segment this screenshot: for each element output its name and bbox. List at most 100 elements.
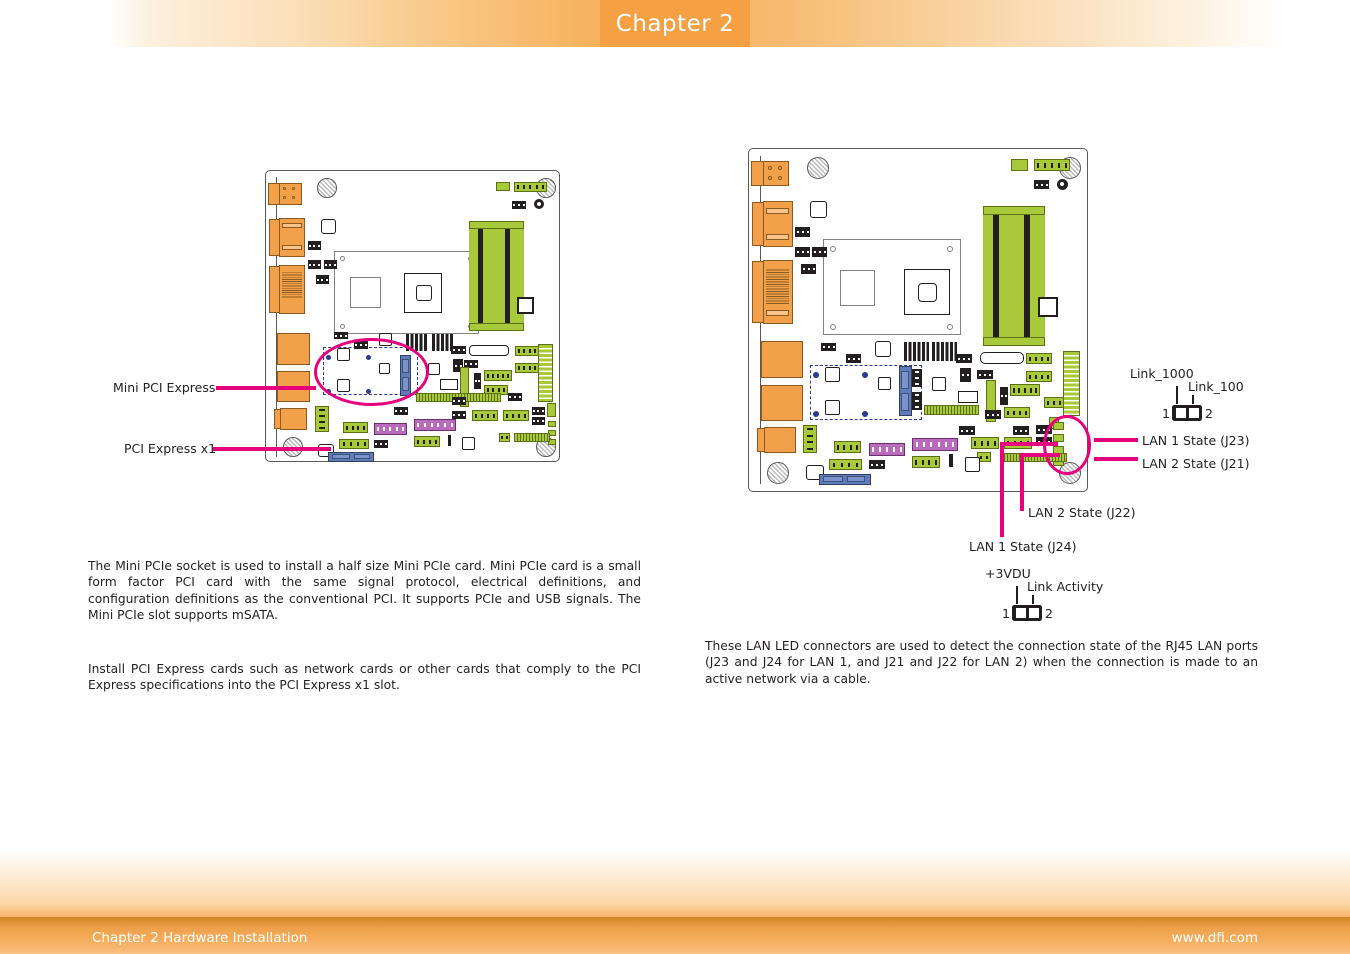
lan-port-grill — [766, 268, 789, 305]
jumper-pin-pad — [1175, 408, 1186, 418]
pin-header — [1034, 159, 1070, 171]
pin-header — [1004, 407, 1030, 418]
pin-header — [474, 373, 481, 389]
ide-connector — [538, 344, 553, 402]
jumper-pin2-number: 2 — [1205, 406, 1213, 421]
screw-dot — [862, 411, 868, 417]
dimm-slot-groove — [993, 212, 999, 340]
cpu-socket-hole — [947, 324, 953, 330]
small-header — [548, 421, 556, 427]
jumper-pin2-signal-label: Link Activity — [1027, 579, 1104, 594]
footer-website-link[interactable]: www.dfi.com — [1172, 930, 1258, 946]
ps2-pin — [292, 187, 295, 190]
callout-line-lan1-j24-h — [1000, 442, 1058, 446]
callout-line-lan2-j22-v — [1020, 453, 1024, 511]
jumper-pin1-signal-label: +3VDU — [985, 566, 1031, 581]
jumper-block-icon — [1012, 605, 1042, 621]
jumper-pin2-lead — [1032, 595, 1034, 604]
component-pad — [462, 437, 475, 450]
callout-line-lan2-j22-h — [1020, 453, 1060, 457]
standoff-pad — [825, 400, 840, 415]
callout-line-lan1-j23 — [1094, 438, 1138, 442]
ps2-pin — [768, 176, 772, 180]
chipset-die — [416, 285, 432, 301]
ps2-pin — [768, 166, 772, 170]
front-panel-header — [414, 419, 456, 431]
callout-line-lan1-j24-v — [1000, 442, 1004, 537]
dimm-slot-groove — [505, 227, 510, 325]
pin-header — [795, 227, 810, 237]
vga-port-slot — [282, 245, 302, 250]
component-pad — [878, 377, 891, 390]
edge-connector — [514, 433, 550, 442]
callout-line-pci-express-x1 — [213, 447, 331, 451]
link-speed-jumper-diagram: Link_1000 Link_100 1 2 — [1130, 366, 1290, 428]
ps2-pin — [778, 166, 782, 170]
cpu-socket-hole — [830, 246, 836, 252]
footer-gradient — [0, 852, 1350, 917]
ps2-port — [279, 183, 302, 205]
power-header — [1011, 159, 1028, 171]
pin-header — [971, 437, 999, 449]
jumper-pin1-lead — [1176, 386, 1178, 404]
pci-express-x1-slot-groove — [354, 454, 370, 459]
pin-header — [503, 410, 529, 421]
paragraph-mini-pcie: The Mini PCIe socket is used to install … — [88, 559, 641, 622]
pin-header — [1000, 387, 1008, 405]
screw-dot — [813, 372, 819, 378]
round-component-center — [1060, 182, 1064, 186]
pin-header — [414, 436, 440, 447]
jumper-pin1-number: 1 — [1002, 606, 1010, 621]
pin-header — [960, 368, 971, 382]
pin-header — [499, 433, 510, 442]
mini-pcie-socket-inner — [901, 371, 909, 389]
pin-header — [339, 439, 369, 449]
callout-label-lan1-j24: LAN 1 State (J24) — [969, 539, 1077, 554]
ps2-port — [763, 161, 789, 186]
pin-header — [324, 260, 337, 269]
jumper-pin-pad — [1015, 608, 1026, 618]
vga-port-slot — [766, 208, 789, 214]
dimm-latch — [983, 206, 1045, 215]
vga-port-slot — [282, 223, 302, 228]
ic-chip — [517, 297, 534, 314]
pin-header — [821, 343, 836, 351]
link-activity-jumper-diagram: +3VDU Link Activity 1 2 — [985, 566, 1155, 628]
chipset-die — [918, 283, 937, 302]
pin-header — [452, 411, 466, 419]
jumper-pin2-number: 2 — [1045, 606, 1053, 621]
cpu-socket-hole — [340, 324, 345, 329]
pci-express-x1-slot-groove — [332, 454, 350, 459]
pin-header — [532, 417, 545, 425]
pin-header — [1010, 384, 1040, 396]
bios-chip — [547, 403, 556, 417]
cpu-socket-hole — [830, 324, 836, 330]
pin-header — [803, 425, 817, 453]
dimm-latch — [983, 337, 1045, 346]
component-pad — [810, 201, 827, 218]
callout-line-lan2-j21 — [1094, 457, 1138, 461]
pin-header — [532, 407, 545, 415]
lan-port-grill — [282, 271, 302, 299]
pin-header — [812, 247, 827, 257]
pin-header — [846, 354, 861, 363]
component-chip — [448, 435, 451, 446]
jumper-pin1-lead — [1016, 586, 1018, 604]
pin-header — [795, 247, 810, 257]
jumper-pin-pad — [1188, 408, 1199, 418]
pci-express-x1-slot-groove — [847, 476, 865, 482]
pin-header — [451, 346, 466, 354]
pin-header — [452, 397, 466, 405]
right-motherboard-diagram — [748, 148, 1091, 492]
pin-header — [869, 460, 885, 469]
dimm-latch — [469, 323, 524, 331]
usb-port-block — [761, 385, 803, 421]
callout-label-mini-pci-express: Mini PCI Express — [113, 380, 216, 395]
pin-header — [374, 440, 388, 448]
fan-header — [343, 422, 368, 433]
pin-header — [515, 363, 539, 373]
mounting-hole-icon — [807, 157, 829, 179]
pin-header — [801, 264, 816, 274]
dimm-slot-groove — [478, 227, 483, 325]
jumper-pin-pad — [1028, 608, 1039, 618]
